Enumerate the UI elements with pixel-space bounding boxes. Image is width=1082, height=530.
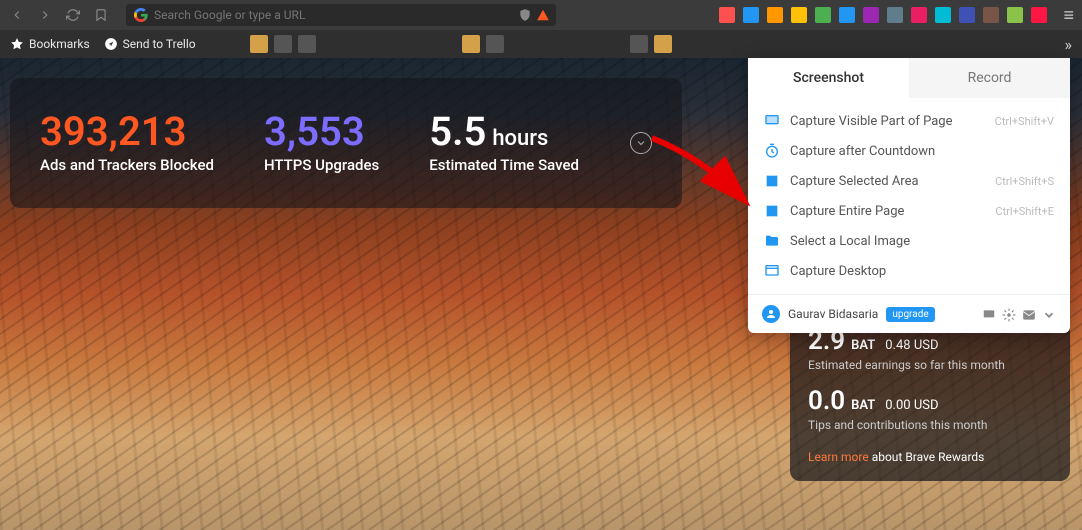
tips-currency: BAT (851, 398, 875, 413)
bookmarks-bar: Bookmarks Send to Trello » (0, 30, 1082, 58)
gear-icon[interactable] (1002, 307, 1016, 321)
brave-shield-icon[interactable] (518, 8, 532, 22)
square-icon (764, 173, 780, 189)
ads-number: 393,213 (40, 112, 214, 152)
extension-icon[interactable] (911, 7, 927, 23)
extension-icon[interactable] (839, 7, 855, 23)
time-label: Estimated Time Saved (429, 156, 579, 174)
time-number: 5.5 (429, 112, 486, 152)
capture-option[interactable]: Capture Entire Page Ctrl+Shift+E (748, 196, 1070, 226)
extension-icons (719, 7, 1047, 23)
stats-panel: 393,213 Ads and Trackers Blocked 3,553 H… (10, 78, 682, 208)
capture-option[interactable]: Capture Visible Part of Page Ctrl+Shift+V (748, 106, 1070, 136)
back-button[interactable] (8, 6, 26, 24)
extension-icon[interactable] (1007, 7, 1023, 23)
bookmark-tile[interactable] (298, 35, 316, 53)
extension-icon[interactable] (959, 7, 975, 23)
monitor-icon (764, 113, 780, 129)
timer-icon (764, 143, 780, 159)
forward-button[interactable] (36, 6, 54, 24)
user-name: Gaurav Bidasaria (788, 307, 878, 321)
earnings-currency: BAT (851, 338, 875, 353)
earnings-sub: Estimated earnings so far this month (808, 358, 1052, 372)
option-shortcut: Ctrl+Shift+E (995, 205, 1054, 218)
menu-button[interactable]: ≡ (1063, 5, 1074, 26)
popup-footer: Gaurav Bidasaria upgrade (748, 294, 1070, 333)
capture-option[interactable]: Capture Selected Area Ctrl+Shift+S (748, 166, 1070, 196)
bookmark-tile[interactable] (630, 35, 648, 53)
https-number: 3,553 (264, 112, 379, 152)
capture-option[interactable]: Capture Desktop (748, 256, 1070, 286)
option-label: Capture Desktop (790, 264, 1044, 279)
stat-https-upgrades: 3,553 HTTPS Upgrades (264, 112, 379, 174)
square-icon (764, 203, 780, 219)
bookmarks-label: Bookmarks (29, 37, 90, 51)
option-shortcut: Ctrl+Shift+V (995, 115, 1054, 128)
extension-icon[interactable] (935, 7, 951, 23)
bookmark-tile[interactable] (486, 35, 504, 53)
desktop-icon[interactable] (982, 307, 996, 321)
send-icon (104, 37, 118, 51)
tab-record[interactable]: Record (909, 58, 1070, 98)
reload-button[interactable] (64, 6, 82, 24)
google-icon (134, 8, 148, 22)
ads-label: Ads and Trackers Blocked (40, 156, 214, 174)
extension-icon[interactable] (743, 7, 759, 23)
upgrade-button[interactable]: upgrade (886, 307, 934, 322)
stat-ads-blocked: 393,213 Ads and Trackers Blocked (40, 112, 214, 174)
popup-items: Capture Visible Part of Page Ctrl+Shift+V… (748, 98, 1070, 294)
browser-toolbar: ≡ (0, 0, 1082, 30)
folder-icon (764, 233, 780, 249)
trello-label: Send to Trello (123, 37, 196, 51)
chevron-down-icon[interactable] (1042, 307, 1056, 321)
user-avatar-icon (762, 305, 780, 323)
annotation-arrow (642, 128, 762, 222)
extension-icon[interactable] (863, 7, 879, 23)
option-label: Capture Selected Area (790, 174, 985, 189)
extension-icon[interactable] (887, 7, 903, 23)
bookmarks-folder[interactable]: Bookmarks (10, 37, 90, 51)
url-input[interactable] (154, 8, 548, 22)
option-shortcut: Ctrl+Shift+S (995, 175, 1054, 188)
url-bar[interactable] (126, 4, 556, 26)
tips-number: 0.0 (808, 386, 845, 416)
option-label: Capture Entire Page (790, 204, 985, 219)
popup-tabs: Screenshot Record (748, 58, 1070, 98)
bookmark-button[interactable] (92, 6, 110, 24)
rewards-panel: 2.9 BAT 0.48 USD Estimated earnings so f… (790, 310, 1070, 481)
tips-sub: Tips and contributions this month (808, 418, 1052, 432)
brave-triangle-icon[interactable] (536, 8, 550, 22)
extension-icon[interactable] (767, 7, 783, 23)
stat-time-saved: 5.5 hours Estimated Time Saved (429, 112, 579, 174)
extension-icon[interactable] (791, 7, 807, 23)
option-label: Capture after Countdown (790, 144, 1044, 159)
bookmark-tile[interactable] (274, 35, 292, 53)
capture-option[interactable]: Select a Local Image (748, 226, 1070, 256)
tips-usd: 0.00 USD (885, 398, 938, 413)
rewards-about-text: about Brave Rewards (869, 450, 985, 464)
option-label: Select a Local Image (790, 234, 1044, 249)
https-label: HTTPS Upgrades (264, 156, 379, 174)
extension-icon[interactable] (815, 7, 831, 23)
option-label: Capture Visible Part of Page (790, 114, 985, 129)
bookmark-tile[interactable] (462, 35, 480, 53)
new-tab-content: 393,213 Ads and Trackers Blocked 3,553 H… (0, 58, 1082, 530)
tab-screenshot[interactable]: Screenshot (748, 58, 909, 98)
window-icon (764, 263, 780, 279)
footer-icons (982, 307, 1056, 321)
learn-more-link[interactable]: Learn more (808, 450, 869, 464)
send-to-trello[interactable]: Send to Trello (104, 37, 196, 51)
bookmark-tile[interactable] (250, 35, 268, 53)
earnings-usd: 0.48 USD (885, 338, 938, 353)
bookmarks-overflow[interactable]: » (1065, 35, 1073, 54)
capture-option[interactable]: Capture after Countdown (748, 136, 1070, 166)
star-icon (10, 37, 24, 51)
bookmark-tile[interactable] (654, 35, 672, 53)
extension-icon[interactable] (1031, 7, 1047, 23)
extension-icon[interactable] (719, 7, 735, 23)
screenshot-popup: Screenshot Record Capture Visible Part o… (748, 58, 1070, 333)
extension-icon[interactable] (983, 7, 999, 23)
mail-icon[interactable] (1022, 307, 1036, 321)
time-unit: hours (492, 126, 548, 151)
